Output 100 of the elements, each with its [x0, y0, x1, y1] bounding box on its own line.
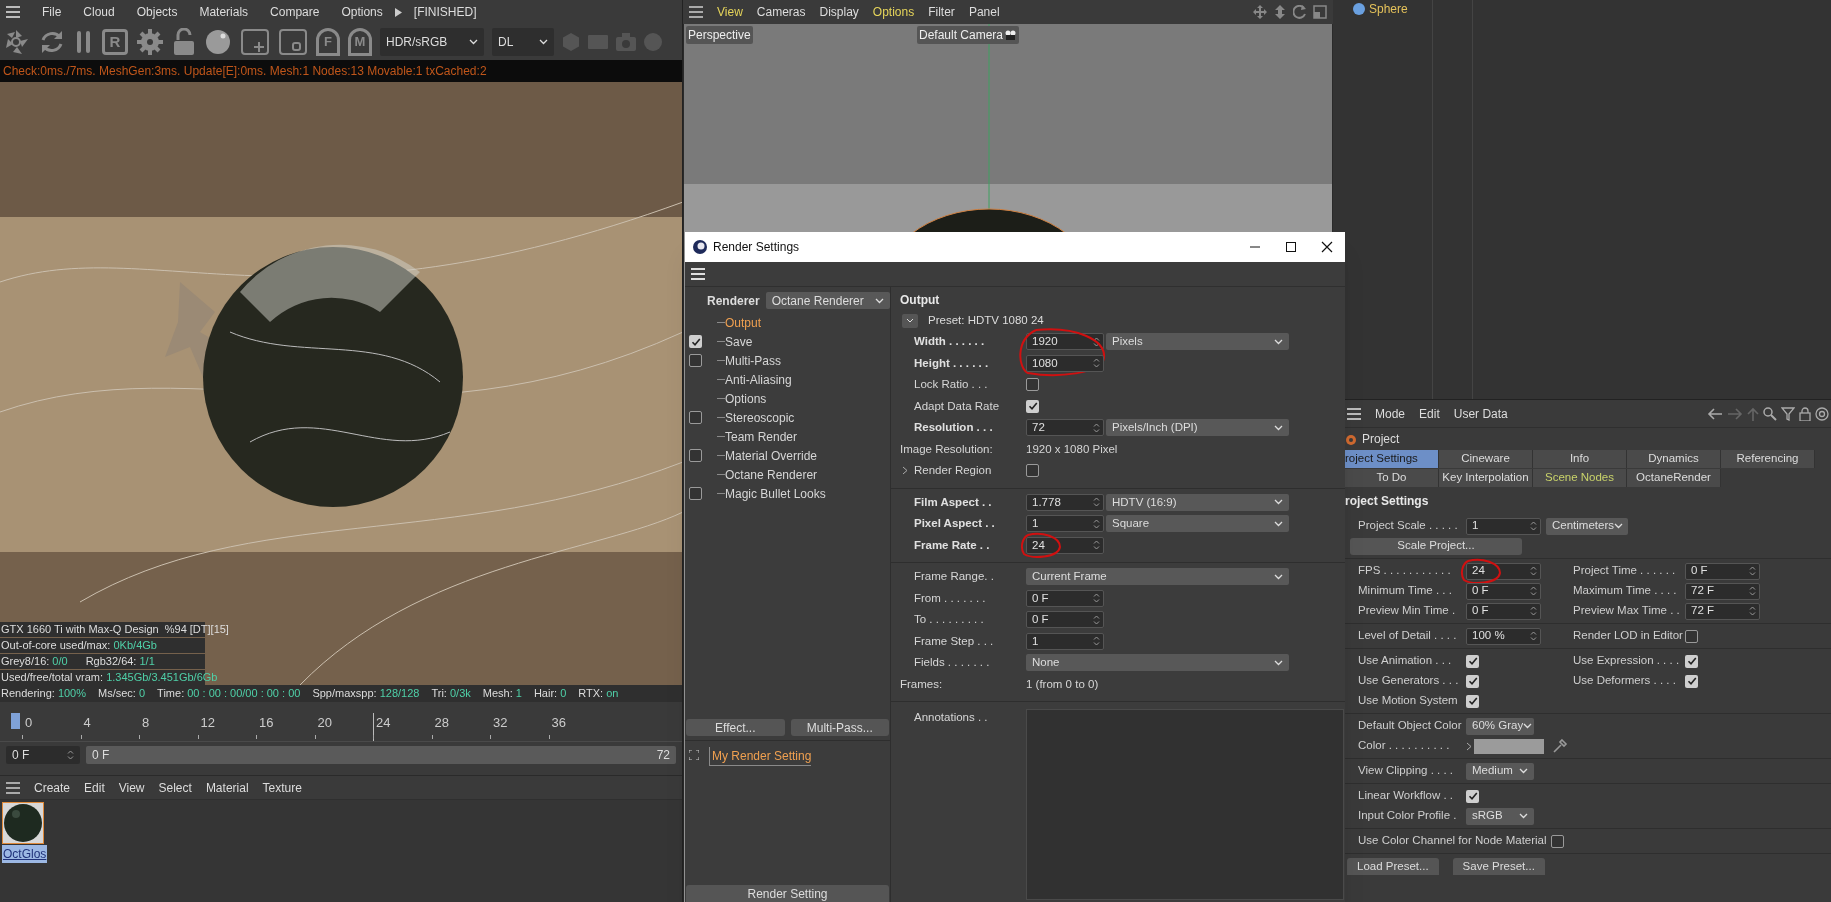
- menu-item[interactable]: Select: [158, 778, 192, 797]
- maximize-icon[interactable]: [1285, 241, 1297, 253]
- tab[interactable]: Scene Nodes: [1533, 469, 1627, 487]
- checkbox[interactable]: [1026, 399, 1039, 413]
- menu-item[interactable]: View: [717, 3, 743, 21]
- up-down-arrow-icon[interactable]: [1273, 5, 1287, 19]
- tree-item[interactable]: Options: [725, 389, 767, 408]
- number-field[interactable]: 0 F: [1026, 589, 1104, 607]
- spinner-arrows-icon[interactable]: [1530, 585, 1537, 597]
- frame-field[interactable]: 0 F: [6, 746, 80, 764]
- spinner-arrows-icon[interactable]: [1749, 565, 1756, 577]
- number-field[interactable]: 24: [1466, 562, 1541, 580]
- dropdown[interactable]: Medium: [1466, 762, 1534, 780]
- dropdown[interactable]: HDR/sRGB: [380, 28, 484, 56]
- menu-item[interactable]: Cameras: [756, 3, 806, 21]
- dropdown[interactable]: None: [1026, 654, 1289, 672]
- dropdown[interactable]: Pixels/Inch (DPI): [1106, 419, 1289, 437]
- target-icon[interactable]: [1815, 406, 1829, 421]
- menu-item[interactable]: Create: [34, 778, 71, 797]
- move-icon[interactable]: [1253, 5, 1267, 19]
- tab[interactable]: Referencing: [1721, 450, 1815, 468]
- menu-item[interactable]: File: [42, 3, 62, 21]
- forward-arrow-icon[interactable]: [1727, 407, 1743, 420]
- number-field[interactable]: 24: [1026, 536, 1104, 554]
- tree-item[interactable]: Multi-Pass: [725, 351, 781, 370]
- frame-corners-icon[interactable]: [689, 750, 699, 760]
- menu-item[interactable]: Material: [205, 778, 249, 797]
- checkbox[interactable]: [1466, 789, 1479, 803]
- spinner-arrows-icon[interactable]: [1093, 635, 1100, 648]
- dropdown[interactable]: DL: [492, 28, 554, 56]
- checkbox[interactable]: [1685, 674, 1698, 688]
- chevron-right-icon[interactable]: [1466, 741, 1472, 751]
- annotations-field[interactable]: [1026, 709, 1344, 900]
- rotate-icon[interactable]: [1293, 5, 1307, 19]
- checkbox[interactable]: [1685, 654, 1698, 668]
- eyedropper-icon[interactable]: [1552, 738, 1568, 754]
- checkbox[interactable]: [1026, 464, 1039, 478]
- unlocked-padlock-icon[interactable]: [172, 28, 196, 56]
- menu-icon[interactable]: [6, 781, 20, 794]
- tab[interactable]: Info: [1533, 450, 1627, 468]
- dropdown[interactable]: Pixels: [1106, 333, 1289, 351]
- render-setting-button[interactable]: Render Setting: [686, 885, 889, 902]
- dropdown[interactable]: Octane Renderer: [765, 292, 890, 309]
- spinner-arrows-icon[interactable]: [1093, 357, 1100, 370]
- spinner-arrows-icon[interactable]: [1093, 517, 1100, 530]
- material-thumbnail[interactable]: [2, 802, 44, 844]
- menu-item[interactable]: Objects: [136, 3, 178, 21]
- dropdown[interactable]: Square: [1106, 515, 1289, 533]
- menu-item[interactable]: Display: [819, 3, 859, 21]
- number-field[interactable]: 0 F: [1685, 562, 1760, 580]
- tree-item[interactable]: Output: [725, 313, 762, 332]
- dropdown[interactable]: Current Frame: [1026, 568, 1289, 586]
- menu-item[interactable]: Panel: [968, 3, 1000, 21]
- menu-item[interactable]: Edit: [84, 778, 105, 797]
- checkbox[interactable]: [689, 449, 702, 462]
- spinner-arrows-icon[interactable]: [1749, 585, 1756, 597]
- menu-item[interactable]: Edit: [1419, 404, 1440, 423]
- lock-icon[interactable]: [1799, 406, 1811, 421]
- checkbox[interactable]: [1685, 629, 1698, 643]
- menu-icon[interactable]: [691, 268, 705, 280]
- checkbox[interactable]: [1466, 654, 1479, 668]
- spinner-arrows-icon[interactable]: [1093, 496, 1100, 509]
- menu-item[interactable]: Options: [341, 3, 383, 21]
- menu-item[interactable]: User Data: [1453, 404, 1508, 423]
- spinner-arrows-icon[interactable]: [1093, 421, 1100, 434]
- tab[interactable]: To Do: [1345, 469, 1439, 487]
- number-field[interactable]: 72: [1026, 419, 1104, 437]
- menu-item[interactable]: Options: [872, 3, 915, 21]
- number-field[interactable]: 0 F: [1466, 582, 1541, 600]
- number-field[interactable]: 1.778: [1026, 493, 1104, 511]
- up-arrow-icon[interactable]: [1747, 406, 1759, 421]
- tab[interactable]: Dynamics: [1627, 450, 1721, 468]
- checkbox[interactable]: [689, 335, 702, 348]
- checkbox[interactable]: [689, 354, 702, 367]
- dropdown[interactable]: 60% Gray: [1466, 717, 1534, 735]
- tree-item[interactable]: Anti-Aliasing: [725, 370, 792, 389]
- material-name[interactable]: OctGlos: [2, 845, 48, 863]
- checkbox[interactable]: [1550, 834, 1564, 848]
- close-icon[interactable]: [1321, 241, 1333, 253]
- search-icon[interactable]: [1763, 406, 1777, 421]
- spinner-arrows-icon[interactable]: [67, 749, 74, 761]
- tree-item[interactable]: Octane Renderer: [725, 465, 818, 484]
- number-field[interactable]: 72 F: [1685, 582, 1760, 600]
- preset-button[interactable]: Save Preset...: [1452, 858, 1545, 875]
- checkbox[interactable]: [689, 411, 702, 424]
- number-field[interactable]: 1: [1026, 515, 1104, 533]
- spinner-arrows-icon[interactable]: [1530, 565, 1537, 577]
- tree-item[interactable]: Material Override: [725, 446, 818, 465]
- spinner-arrows-icon[interactable]: [1093, 613, 1100, 626]
- dialog-button[interactable]: Multi-Pass...: [790, 719, 889, 736]
- checkbox[interactable]: [1466, 674, 1479, 688]
- color-swatch[interactable]: [1474, 738, 1544, 754]
- tree-item[interactable]: Stereoscopic: [725, 408, 795, 427]
- menu-item[interactable]: View: [118, 778, 145, 797]
- dialog-button[interactable]: Effect...: [686, 719, 785, 736]
- spinner-arrows-icon[interactable]: [1530, 520, 1537, 532]
- collapse-toggle-icon[interactable]: [902, 314, 918, 328]
- menu-item[interactable]: Cloud: [83, 3, 115, 21]
- number-field[interactable]: 0 F: [1466, 602, 1541, 620]
- number-field[interactable]: 1: [1026, 632, 1104, 650]
